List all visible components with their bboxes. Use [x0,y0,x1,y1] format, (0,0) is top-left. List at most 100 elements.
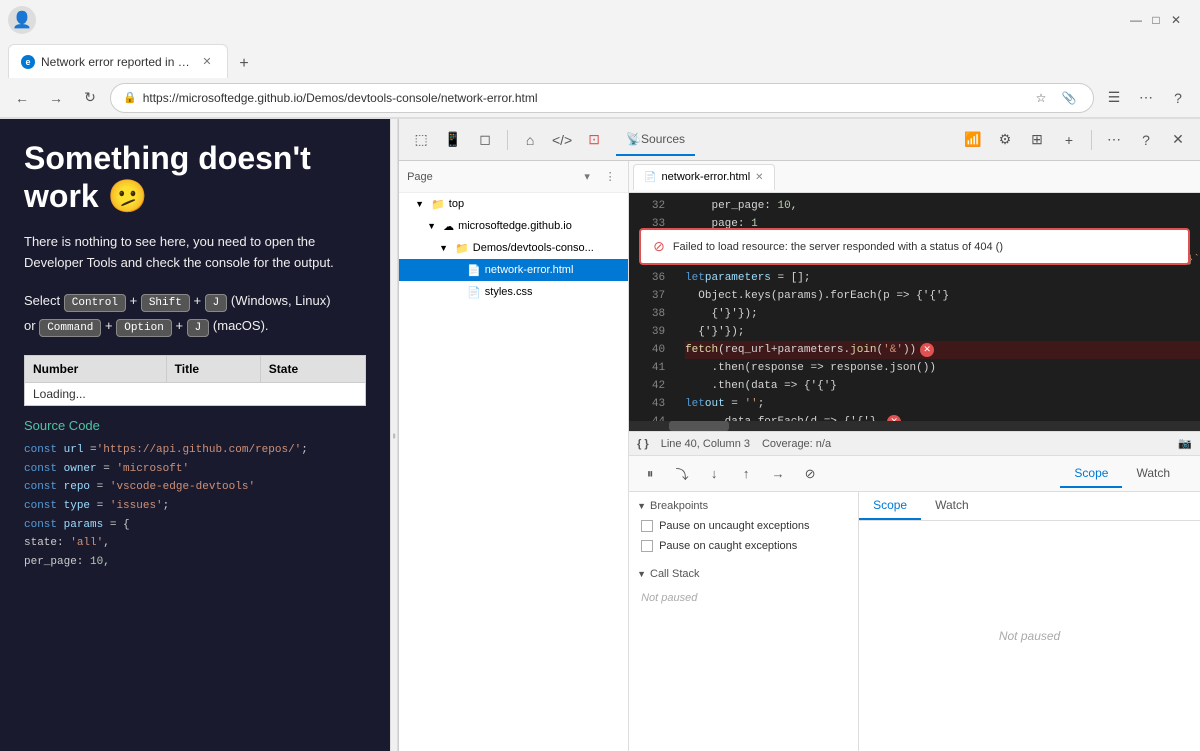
footer-screenshot-btn[interactable]: 📷 [1178,437,1192,450]
sidebar-more-btn[interactable]: ⋮ [600,167,620,187]
code-line-32: per_page: 10, [685,197,1200,215]
tree-label-demos: Demos/devtools-conso... [473,242,594,254]
footer-coverage: Coverage: n/a [762,438,831,450]
close-dt-btn[interactable]: ✕ [1164,126,1192,154]
scope-watch-tabs: Scope Watch [1060,460,1184,488]
help-button[interactable]: ? [1164,84,1192,112]
sidebar-dropdown-btn[interactable]: ▾ [577,167,597,187]
footer-curly: { } [637,438,649,450]
tab-close-button[interactable]: ✕ [199,54,215,70]
tab-title: Network error reported in Conso [41,55,193,69]
scope-not-paused-text: Not paused [999,629,1060,643]
code-line-6: state: 'all', [24,534,366,553]
editor-tab-close[interactable]: ✕ [755,172,763,183]
sidebar-actions: ▾ ⋮ [577,167,620,187]
breakpoints-area: ▼ Breakpoints Pause on uncaught exceptio… [629,492,859,751]
step-btn[interactable]: → [765,461,791,487]
step-into-btn[interactable]: ↓ [701,461,727,487]
breakpoints-header[interactable]: ▼ Breakpoints [629,496,858,516]
call-stack-header[interactable]: ▼ Call Stack [629,564,858,584]
inspect-element-button[interactable]: ⬚ [407,126,435,154]
url-text: https://microsoftedge.github.io/Demos/de… [143,91,1023,105]
maximize-button[interactable]: □ [1148,12,1164,28]
tree-item-demos[interactable]: ▼ 📁 Demos/devtools-conso... [399,237,628,259]
source-code-block: const url ='https://api.github.com/repos… [24,441,366,572]
title-bar: 👤 — □ ✕ [0,0,1200,40]
collections-button[interactable]: 📎 [1057,86,1081,110]
sidebar-button[interactable]: ☰ [1100,84,1128,112]
star-button[interactable]: ☆ [1029,86,1053,110]
j-key: J [205,294,228,312]
pause-btn[interactable]: ⏸ [637,461,663,487]
step-out-btn[interactable]: ↑ [733,461,759,487]
elements-panel-button[interactable]: ◻ [471,126,499,154]
tree-arrow-github: ▼ [427,221,439,231]
code-line-43: let out = ''; [685,395,1200,413]
bp-item-caught: Pause on caught exceptions [629,536,858,556]
folder-icon-top: 📁 [431,198,445,211]
bp-checkbox-caught[interactable] [641,540,653,552]
wifi-btn[interactable]: 📶 [959,126,987,154]
address-actions: ☆ 📎 [1029,86,1081,110]
add-panel-btn[interactable]: + [1055,126,1083,154]
error-tooltip: ⊘ Failed to load resource: the server re… [639,228,1190,265]
lock-icon: 🔒 [123,91,137,104]
code-line-1: const url ='https://api.github.com/repos… [24,441,366,460]
forward-button[interactable]: → [42,84,70,112]
tree-item-network-error[interactable]: 📄 network-error.html [399,259,628,281]
device-mode-button[interactable]: 📱 [439,126,467,154]
watch-tab-header[interactable]: Watch [921,492,983,520]
or-label: or [24,318,36,333]
reload-button[interactable]: ↻ [76,84,104,112]
close-button[interactable]: ✕ [1168,12,1184,28]
code-btn[interactable]: </> [548,126,576,154]
tab-sources[interactable]: 📡 Sources [616,124,695,156]
watch-tab[interactable]: Watch [1122,460,1184,488]
more-tools-btn[interactable]: ⋯ [1100,126,1128,154]
error-btn[interactable]: ⊡ [580,126,608,154]
deactivate-btn[interactable]: ⊘ [797,461,823,487]
editor-content[interactable]: ⊘ Failed to load resource: the server re… [629,193,1200,431]
more-button[interactable]: ⋯ [1132,84,1160,112]
call-stack-section: ▼ Call Stack Not paused [629,560,858,616]
tree-item-github[interactable]: ▼ ☁ microsoftedge.github.io [399,215,628,237]
back-button[interactable]: ← [8,84,36,112]
scope-tab-header[interactable]: Scope [859,492,921,520]
editor-tab-network-error[interactable]: 📄 network-error.html ✕ [633,164,774,190]
back-nav-dt[interactable]: ⌂ [516,126,544,154]
user-avatar[interactable]: 👤 [8,6,36,34]
bp-checkbox-uncaught[interactable] [641,520,653,532]
browser-chrome: 👤 — □ ✕ e Network error reported in Cons… [0,0,1200,119]
tree-item-top[interactable]: ▼ 📁 top [399,193,628,215]
j-key-2: J [187,319,210,337]
scope-tab[interactable]: Scope [1060,460,1122,488]
main-layout: Something doesn't work 🫤 There is nothin… [0,119,1200,751]
code-line-4: const type = 'issues'; [24,497,366,516]
browser-tab-active[interactable]: e Network error reported in Conso ✕ [8,44,228,78]
browser-actions: ☰ ⋯ ? [1100,84,1192,112]
breakpoints-label: Breakpoints [650,500,708,512]
step-over-btn[interactable]: ⤵ [669,461,695,487]
help-dt-btn[interactable]: ? [1132,126,1160,154]
new-tab-button[interactable]: + [230,50,258,78]
sources-layout: Page ▾ ⋮ ▼ 📁 top ▼ ☁ microsoft [399,161,1200,751]
bottom-panel: ▼ Breakpoints Pause on uncaught exceptio… [629,491,1200,751]
editor-tab-icon: 📄 [644,172,656,183]
breakpoints-section: ▼ Breakpoints Pause on uncaught exceptio… [629,492,858,560]
tree-item-styles[interactable]: 📄 styles.css [399,281,628,303]
editor-tabs: 📄 network-error.html ✕ [629,161,1200,193]
devtools-toolbar: ⬚ 📱 ◻ ⌂ </> ⊡ 📡 Sources 📶 ⚙ ⊞ + ⋯ ? ✕ [399,119,1200,161]
minimize-button[interactable]: — [1128,12,1144,28]
address-bar[interactable]: 🔒 https://microsoftedge.github.io/Demos/… [110,83,1094,113]
css-file-icon: 📄 [467,286,481,299]
code-line-37: Object.keys(params).forEach(p => {'{'} [685,287,1200,305]
settings-btn[interactable]: ⚙ [991,126,1019,154]
split-btn[interactable]: ⊞ [1023,126,1051,154]
table-row-loading: Loading... [25,382,366,405]
bp-uncaught-label: Pause on uncaught exceptions [659,520,809,532]
tree-label-top: top [449,198,464,210]
command-key: Command [39,319,101,337]
loading-cell: Loading... [25,382,366,405]
resize-handle[interactable]: • • • • [390,119,398,751]
editor-tab-label: network-error.html [662,171,751,183]
